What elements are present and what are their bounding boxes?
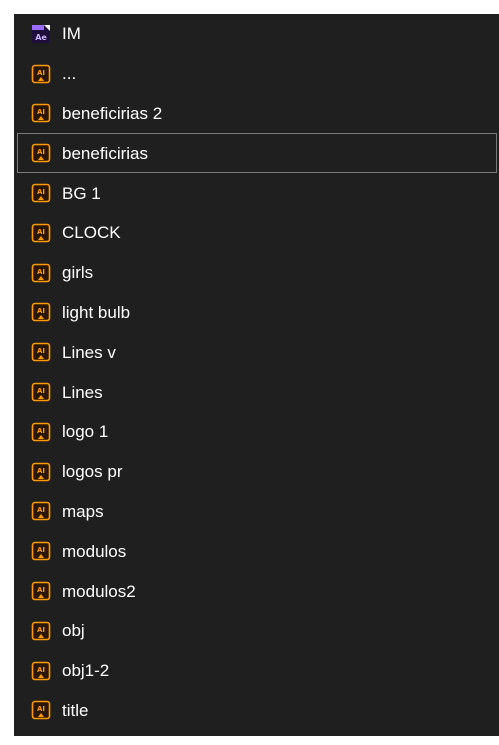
file-name: Lines v xyxy=(62,342,116,362)
file-item[interactable]: AI BG 1 xyxy=(14,173,499,213)
icon-glyph-text: AI xyxy=(37,467,45,475)
illustrator-file-icon: AI xyxy=(31,501,51,521)
illustrator-file-icon: AI xyxy=(31,263,51,283)
file-item[interactable]: AI obj1-2 xyxy=(14,651,499,691)
icon-glyph-text: AI xyxy=(37,228,45,236)
icon-glyph-text: AI xyxy=(37,188,45,196)
icon-glyph-text: AI xyxy=(37,307,45,315)
file-item[interactable]: AI Lines v xyxy=(14,332,499,372)
file-list: Ae IM AI... AI beneficirias 2 AI beneficirias A… xyxy=(14,14,499,730)
file-item[interactable]: AI girls xyxy=(14,253,499,293)
file-name: title xyxy=(62,700,89,720)
illustrator-file-icon: AI xyxy=(31,64,51,84)
illustrator-file-icon: AI xyxy=(31,223,51,243)
file-item[interactable]: AI CLOCK xyxy=(14,213,499,253)
file-item[interactable]: AI light bulb xyxy=(14,293,499,333)
icon-glyph-text: AI xyxy=(37,69,45,77)
illustrator-file-icon: AI xyxy=(31,302,51,322)
icon-glyph-text: AI xyxy=(37,666,45,674)
icon-glyph-text: AI xyxy=(37,586,45,594)
file-name: modulos xyxy=(62,541,127,561)
illustrator-file-icon: AI xyxy=(31,581,51,601)
file-name: IM xyxy=(62,24,81,44)
illustrator-file-icon: AI xyxy=(31,422,51,442)
icon-glyph-text: AI xyxy=(37,705,45,713)
file-name: beneficirias 2 xyxy=(62,103,163,123)
file-item[interactable]: AI beneficirias xyxy=(17,133,497,174)
after-effects-file-icon: Ae xyxy=(31,24,51,44)
illustrator-file-icon: AI xyxy=(31,661,51,681)
file-item[interactable]: AI maps xyxy=(14,492,499,532)
file-name: maps xyxy=(62,501,104,521)
icon-glyph-text: AI xyxy=(37,506,45,514)
file-item[interactable]: AI title xyxy=(14,691,499,731)
illustrator-file-icon: AI xyxy=(31,382,51,402)
icon-glyph-text: AI xyxy=(37,387,45,395)
file-item[interactable]: AI beneficirias 2 xyxy=(14,94,499,134)
illustrator-file-icon: AI xyxy=(31,103,51,123)
illustrator-file-icon: AI xyxy=(31,183,51,203)
file-item[interactable]: AI modulos xyxy=(14,531,499,571)
icon-glyph-text: AI xyxy=(37,427,45,435)
illustrator-file-icon: AI xyxy=(31,143,51,163)
file-name: girls xyxy=(62,263,94,283)
file-item[interactable]: AI modulos2 xyxy=(14,571,499,611)
file-item[interactable]: AI... xyxy=(14,54,499,94)
illustrator-file-icon: AI xyxy=(31,462,51,482)
illustrator-file-icon: AI xyxy=(31,700,51,720)
icon-glyph-text: AI xyxy=(37,347,45,355)
file-item[interactable]: AI logos pr xyxy=(14,452,499,492)
icon-glyph-text: AI xyxy=(37,546,45,554)
file-name: CLOCK xyxy=(62,223,121,243)
file-item[interactable]: AI obj xyxy=(14,611,499,651)
file-name: ... xyxy=(62,64,77,84)
file-name: Lines xyxy=(62,382,103,402)
file-name: obj xyxy=(62,621,85,641)
file-item[interactable]: AI logo 1 xyxy=(14,412,499,452)
illustrator-file-icon: AI xyxy=(31,541,51,561)
icon-glyph-text: AI xyxy=(37,268,45,276)
file-name: obj1-2 xyxy=(62,661,110,681)
file-name: modulos2 xyxy=(62,581,136,601)
illustrator-file-icon: AI xyxy=(31,342,51,362)
icon-glyph-text: AI xyxy=(37,108,45,116)
file-name: logo 1 xyxy=(62,422,109,442)
icon-glyph-text: Ae xyxy=(35,33,47,42)
file-list-panel: Ae IM AI... AI beneficirias 2 AI beneficirias A… xyxy=(14,14,499,736)
icon-glyph-text: AI xyxy=(37,626,45,634)
illustrator-file-icon: AI xyxy=(31,621,51,641)
icon-glyph-text: AI xyxy=(37,148,45,156)
file-name: beneficirias xyxy=(62,143,148,163)
file-item[interactable]: AI Lines xyxy=(14,372,499,412)
file-name: BG 1 xyxy=(62,183,101,203)
file-name: light bulb xyxy=(62,302,131,322)
file-item[interactable]: Ae IM xyxy=(14,14,499,54)
file-name: logos pr xyxy=(62,462,123,482)
